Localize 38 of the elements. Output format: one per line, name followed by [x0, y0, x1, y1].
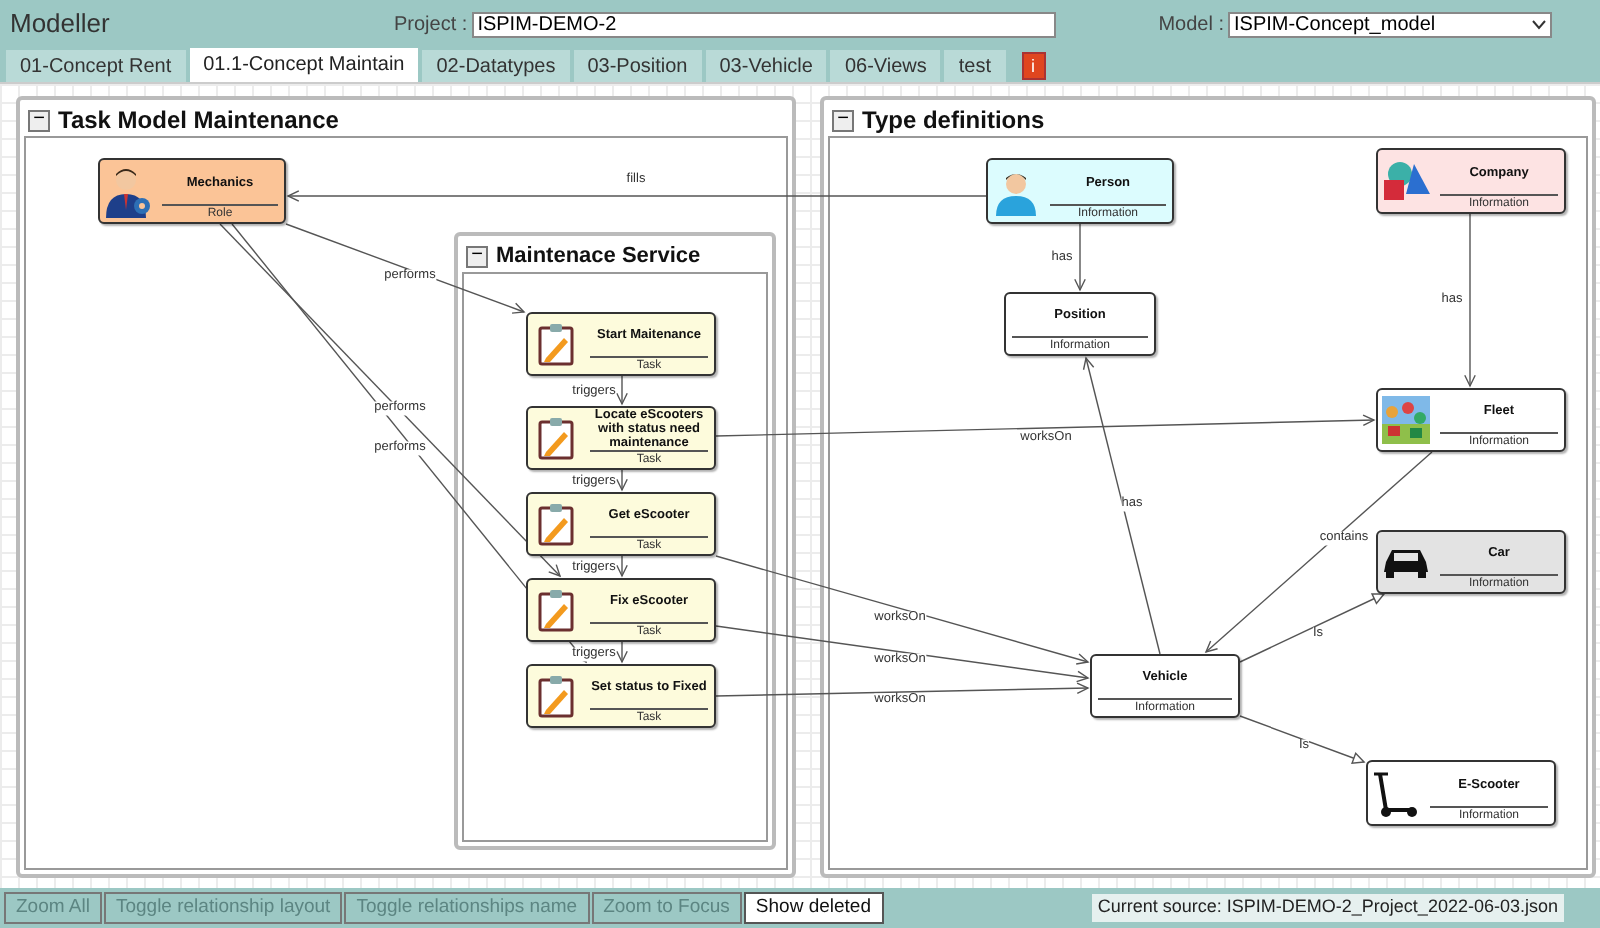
model-label: Model :: [1158, 11, 1224, 39]
car-icon: [1382, 546, 1430, 578]
clipboard-pencil-icon: [538, 674, 574, 718]
clipboard-pencil-icon: [538, 322, 574, 366]
tab[interactable]: 01.1-Concept Maintain: [189, 48, 419, 82]
relationship-arrow: [616, 641, 628, 664]
scooter-icon: [1372, 769, 1420, 817]
group-title: Maintenace Service: [496, 245, 701, 267]
project-field[interactable]: ISPIM-DEMO-2: [471, 11, 1056, 37]
collapse-button[interactable]: −: [832, 109, 854, 131]
relationship-arrow: [616, 375, 628, 406]
crowd-icon: [1382, 396, 1430, 444]
info-button[interactable]: i: [1021, 52, 1046, 80]
group-title: Task Model Maintenance: [58, 108, 339, 132]
tab[interactable]: test: [944, 50, 1006, 82]
tab[interactable]: 02-Datatypes: [422, 50, 570, 82]
shapes-icon: [1380, 157, 1432, 205]
source-text: Current source: ISPIM-DEMO-2_Project_2022-06-03.json: [1091, 894, 1564, 922]
relationship-arrow: [616, 469, 628, 492]
project-label: Project :: [394, 11, 468, 39]
toolbar-button[interactable]: Show deleted: [743, 892, 883, 924]
caret-icon: [1532, 19, 1546, 29]
relationship-arrow: [616, 555, 628, 578]
app-title: Modeller: [10, 6, 112, 43]
clipboard-pencil-icon: [538, 416, 574, 460]
clipboard-pencil-icon: [538, 502, 574, 546]
person-gear-icon: [104, 165, 152, 217]
collapse-button[interactable]: −: [28, 109, 50, 131]
tab[interactable]: 06-Views: [830, 50, 941, 82]
model-select[interactable]: ISPIM-Concept_model: [1228, 11, 1552, 37]
tab[interactable]: 03-Vehicle: [705, 50, 827, 82]
relationship-arrow: [1239, 715, 1366, 764]
collapse-button[interactable]: −: [466, 245, 488, 267]
clipboard-pencil-icon: [538, 588, 574, 632]
tab[interactable]: 03-Position: [573, 50, 702, 82]
tab[interactable]: 01-Concept Rent: [6, 50, 186, 82]
group-title: Type definitions: [862, 108, 1045, 132]
relationship-arrow: [1074, 223, 1086, 292]
